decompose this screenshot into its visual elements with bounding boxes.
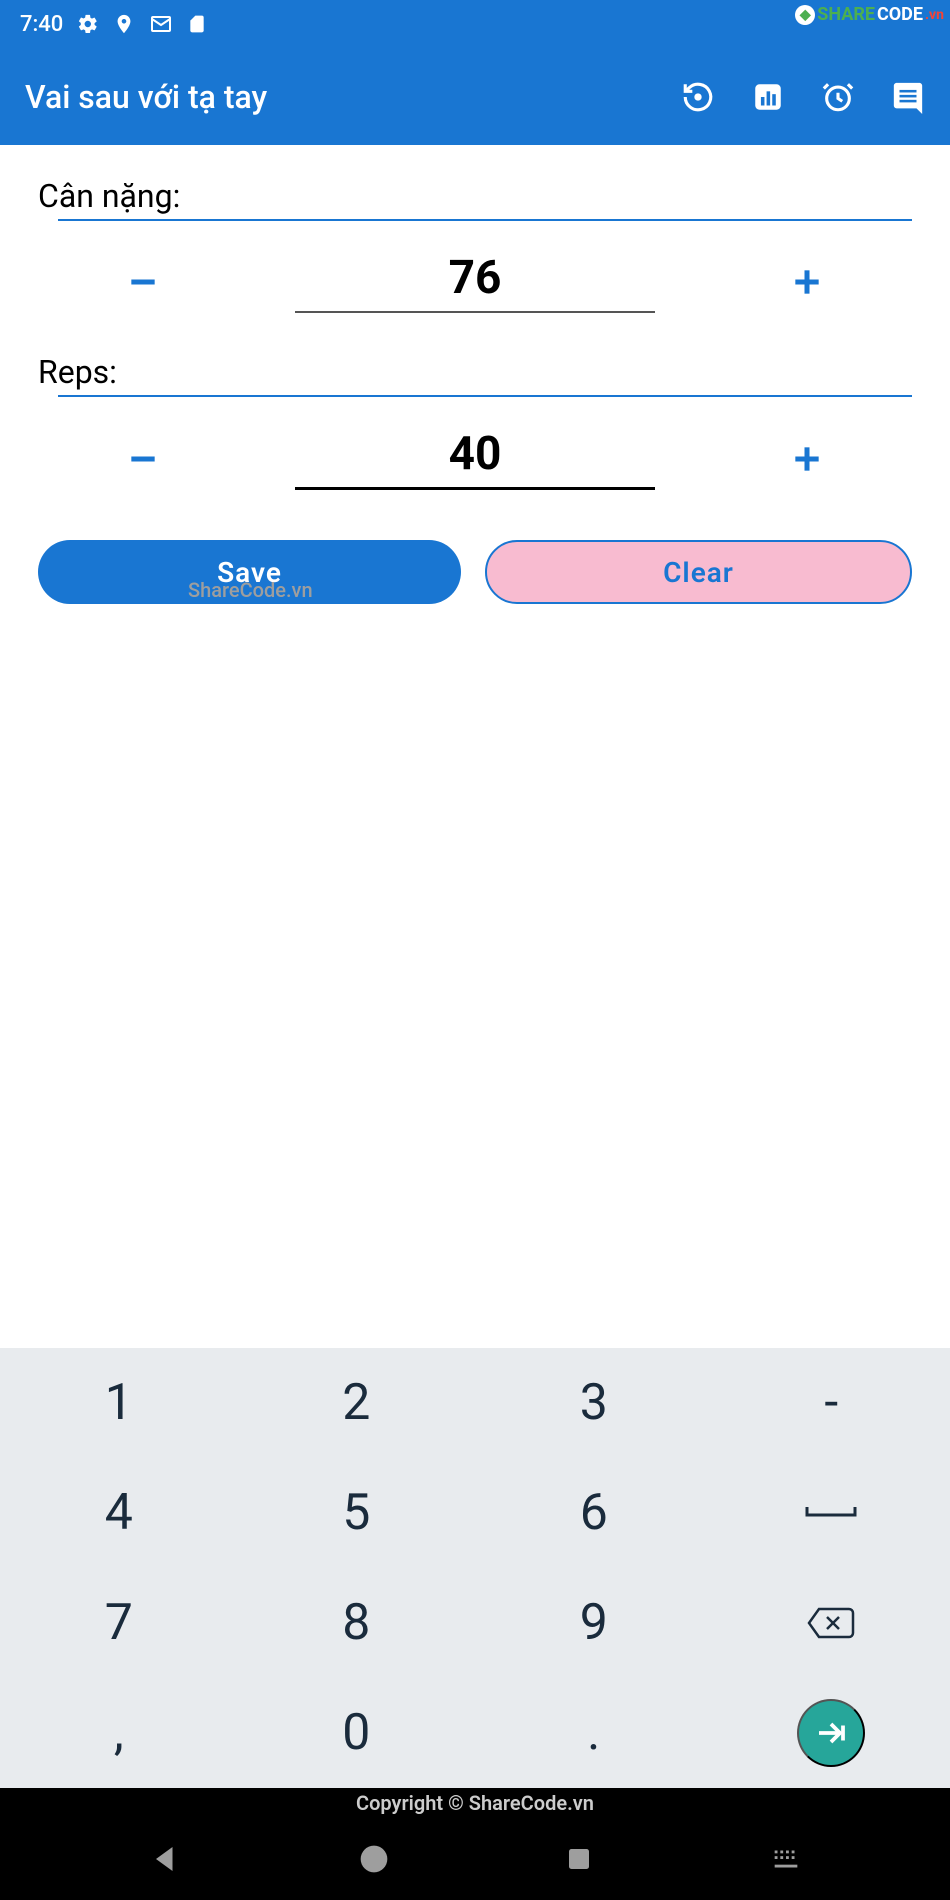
alarm-icon[interactable]: [821, 80, 855, 114]
weight-plus-button[interactable]: [782, 257, 832, 307]
backspace-icon: [805, 1603, 857, 1643]
history-icon[interactable]: [681, 80, 715, 114]
weight-underline: [58, 219, 912, 221]
home-icon: [358, 1843, 390, 1875]
key-5[interactable]: 5: [238, 1458, 476, 1568]
key-dash[interactable]: -: [713, 1348, 950, 1458]
weight-label: Cân nặng:: [38, 177, 912, 215]
status-bar: 7:40 ◆ SHARECODE.vn: [0, 0, 950, 48]
app-actions: [681, 80, 925, 114]
copyright-bar: Copyright © ShareCode.vn: [0, 1788, 950, 1818]
buttons-row: Save Clear ShareCode.vn: [38, 540, 912, 604]
key-7[interactable]: 7: [0, 1568, 238, 1678]
app-bar: Vai sau với tạ tay: [0, 48, 950, 145]
key-6[interactable]: 6: [475, 1458, 713, 1568]
key-2[interactable]: 2: [238, 1348, 476, 1458]
minus-icon: [123, 262, 163, 302]
clear-button[interactable]: Clear: [485, 540, 912, 604]
weight-section: Cân nặng:: [38, 177, 912, 313]
chart-icon[interactable]: [751, 80, 785, 114]
gear-icon: [77, 13, 99, 35]
reps-underline: [58, 395, 912, 397]
content: Cân nặng: Reps: Save Clear ShareCo: [0, 145, 950, 604]
key-4[interactable]: 4: [0, 1458, 238, 1568]
space-icon: [803, 1501, 859, 1525]
key-1[interactable]: 1: [0, 1348, 238, 1458]
minus-icon: [123, 439, 163, 479]
key-8[interactable]: 8: [238, 1568, 476, 1678]
back-icon: [147, 1841, 183, 1877]
reps-label: Reps:: [38, 353, 912, 391]
page-title: Vai sau với tạ tay: [25, 78, 267, 116]
location-icon: [113, 13, 135, 35]
key-3[interactable]: 3: [475, 1348, 713, 1458]
watermark-inline: ShareCode.vn: [188, 578, 313, 602]
key-9[interactable]: 9: [475, 1568, 713, 1678]
reps-stepper: [38, 427, 912, 490]
nav-keyboard-button[interactable]: [769, 1842, 803, 1876]
key-space[interactable]: [713, 1458, 950, 1568]
watermark-corner: ◆ SHARECODE.vn: [795, 4, 944, 25]
plus-icon: [787, 439, 827, 479]
mail-icon: [149, 12, 173, 36]
key-backspace[interactable]: [713, 1568, 950, 1678]
reps-input[interactable]: [295, 427, 655, 490]
reps-minus-button[interactable]: [118, 434, 168, 484]
key-enter[interactable]: [797, 1699, 865, 1767]
key-dot[interactable]: .: [475, 1678, 713, 1788]
reps-section: Reps:: [38, 353, 912, 490]
reps-plus-button[interactable]: [782, 434, 832, 484]
keyboard-hide-icon: [769, 1842, 803, 1876]
nav-home-button[interactable]: [358, 1843, 390, 1875]
key-enter-cell: [713, 1678, 950, 1788]
status-left: 7:40: [20, 12, 207, 37]
comment-icon[interactable]: [891, 80, 925, 114]
sd-card-icon: [187, 13, 207, 35]
status-time: 7:40: [20, 12, 63, 37]
recent-icon: [564, 1844, 594, 1874]
weight-input[interactable]: [295, 251, 655, 313]
nav-back-button[interactable]: [147, 1841, 183, 1877]
key-0[interactable]: 0: [238, 1678, 476, 1788]
nav-recent-button[interactable]: [564, 1844, 594, 1874]
weight-minus-button[interactable]: [118, 257, 168, 307]
key-comma[interactable]: ,: [0, 1678, 238, 1788]
plus-icon: [787, 262, 827, 302]
numeric-keyboard: 1 2 3 - 4 5 6 7 8 9 , 0 .: [0, 1348, 950, 1788]
enter-icon: [813, 1715, 849, 1751]
weight-stepper: [38, 251, 912, 313]
nav-bar: [0, 1818, 950, 1900]
